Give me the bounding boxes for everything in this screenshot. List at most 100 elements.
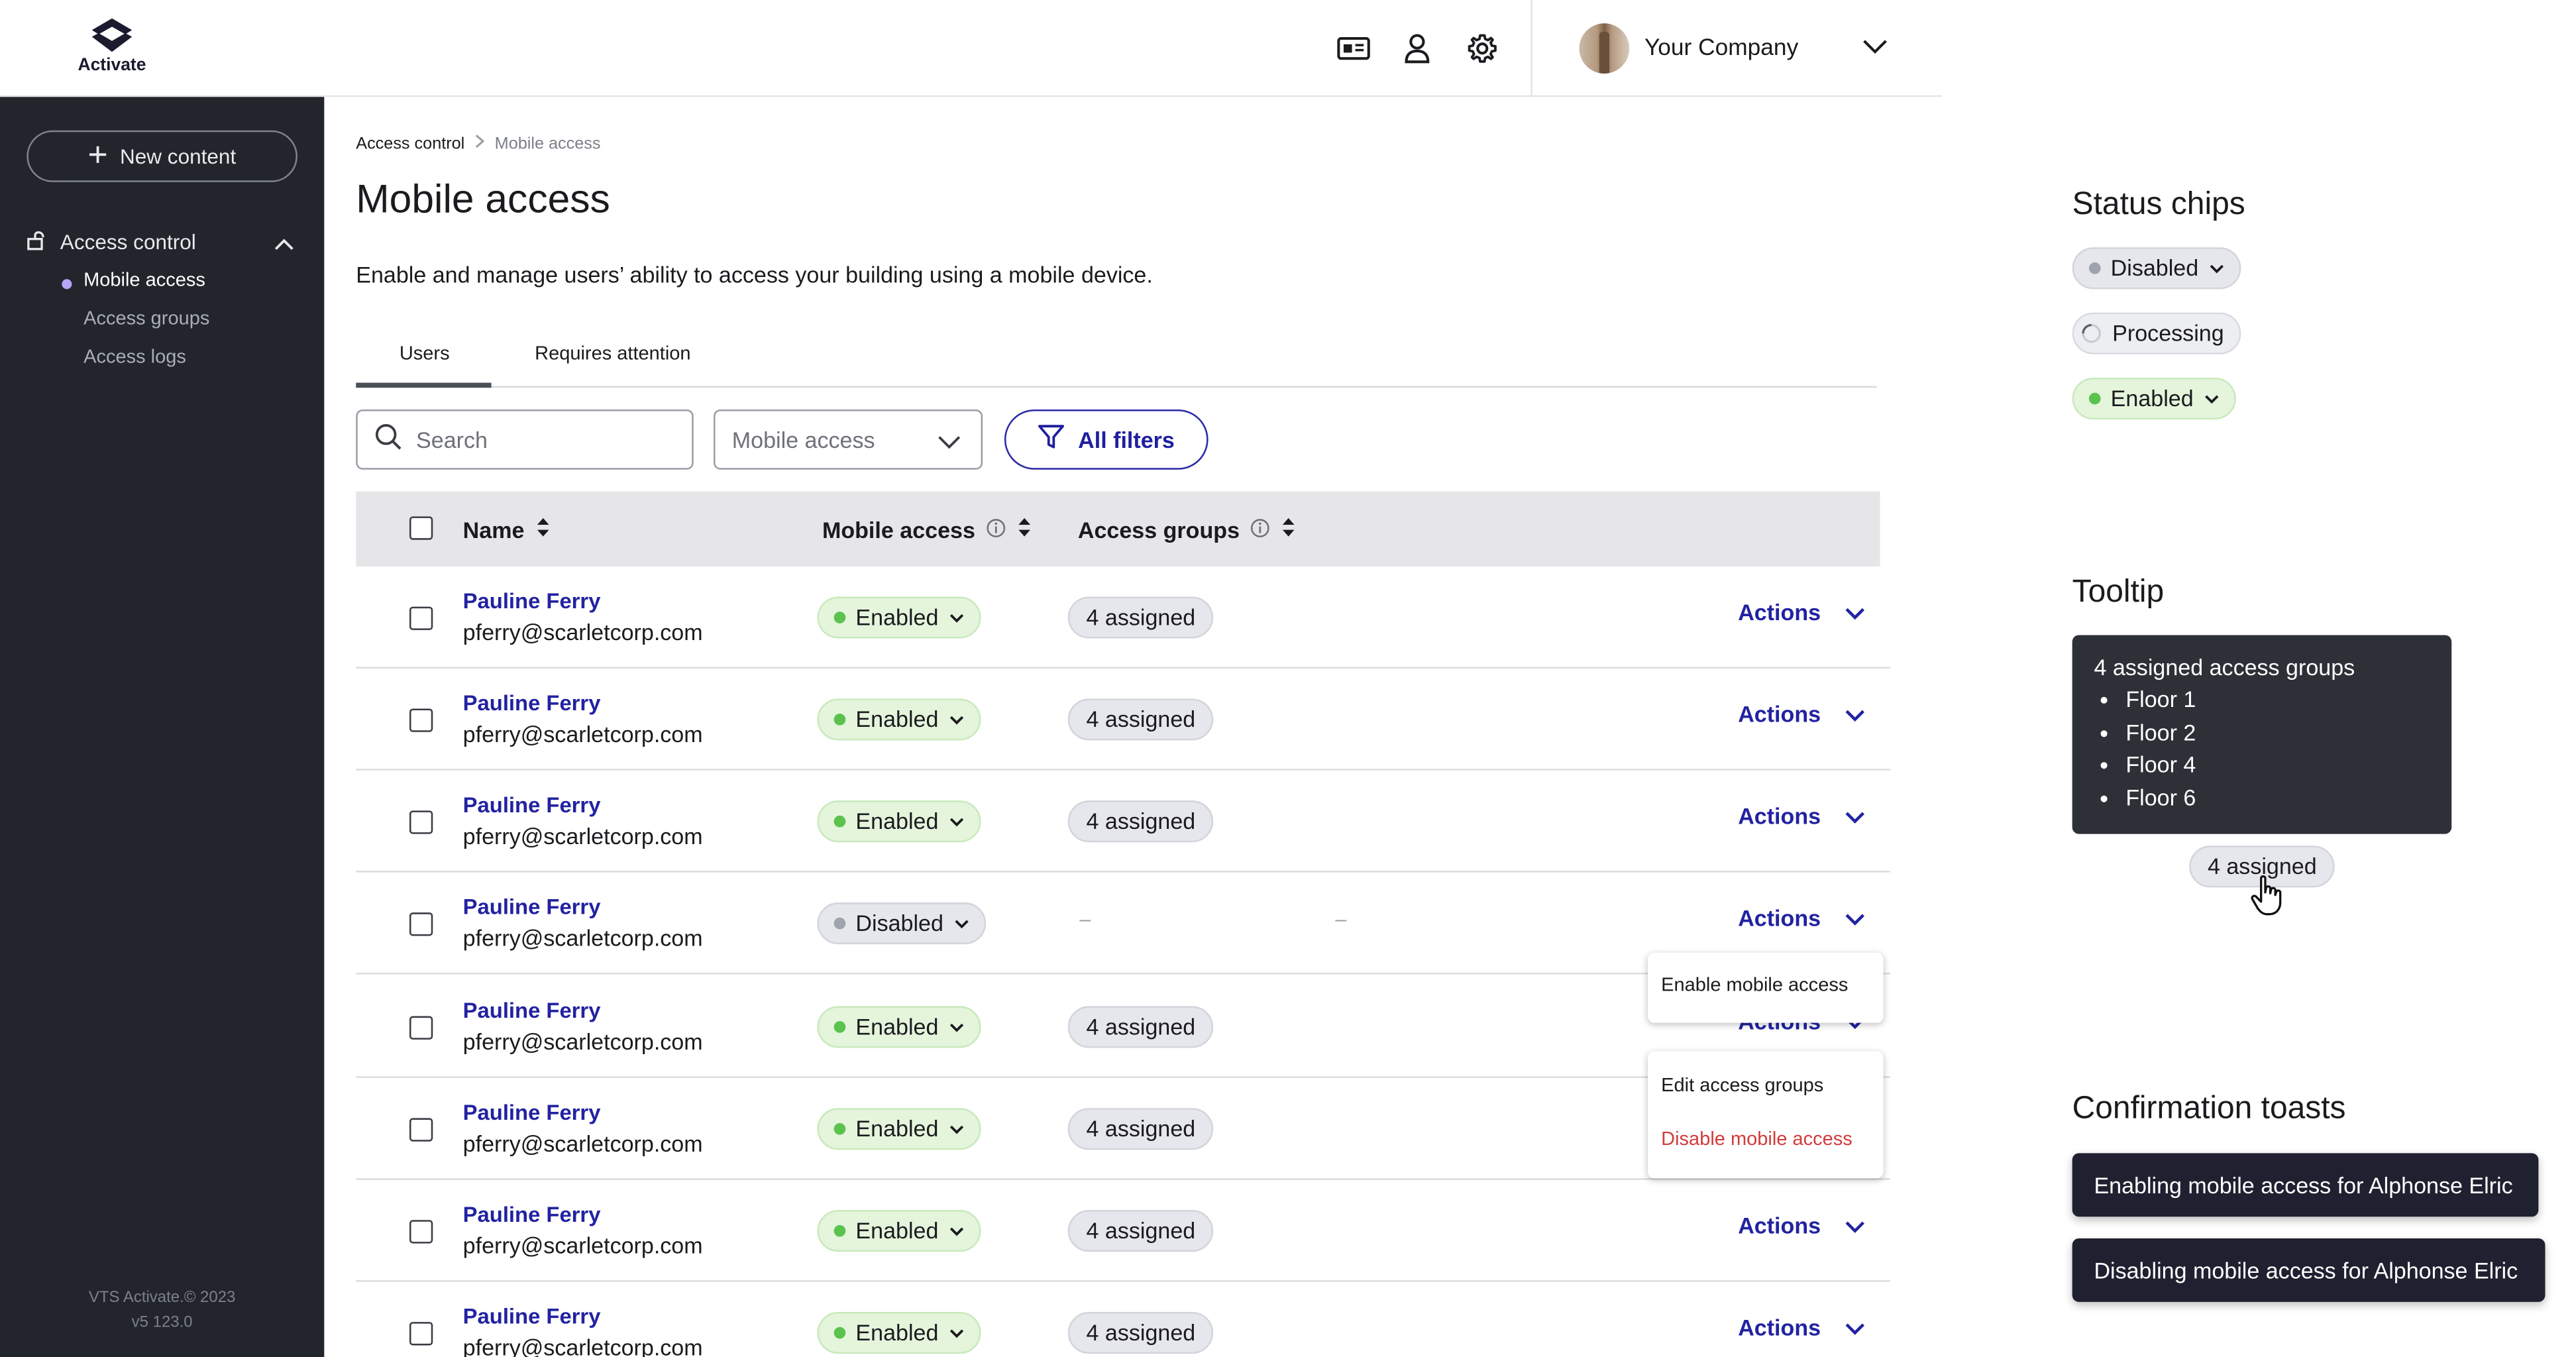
chevron-down-icon [949,1022,963,1032]
breadcrumb-parent[interactable]: Access control [356,135,464,153]
row-checkbox[interactable] [409,606,433,630]
status-chip-enabled[interactable]: Enabled [817,1108,981,1150]
access-groups-tooltip: 4 assigned access groups Floor 1 Floor 2… [2072,635,2452,834]
sidebar-section-access-control[interactable]: Access control [27,227,297,257]
user-icon[interactable] [1399,32,1435,65]
assigned-groups-chip[interactable]: 4 assigned [1067,800,1214,843]
assigned-groups-chip[interactable]: 4 assigned [1067,1312,1214,1354]
gear-icon[interactable] [1464,32,1501,65]
all-filters-button[interactable]: All filters [1004,409,1208,470]
row-checkbox[interactable] [409,1220,433,1244]
menu-item-disable-mobile-access[interactable]: Disable mobile access [1661,1130,1852,1150]
column-header-name[interactable]: Name [463,516,551,543]
search-input[interactable]: Search [356,409,694,470]
user-name-link[interactable]: Pauline Ferry [463,588,601,614]
sidebar-item-access-groups[interactable]: Access groups [83,309,209,329]
actions-menu-button[interactable]: Actions [1738,906,1864,931]
user-name-link[interactable]: Pauline Ferry [463,1303,601,1329]
row-checkbox[interactable] [409,810,433,834]
status-chip-disabled[interactable]: Disabled [2072,247,2241,290]
sort-icon[interactable] [535,516,551,543]
user-email: pferry@scarletcorp.com [462,1029,703,1055]
actions-menu-button[interactable]: Actions [1738,1213,1864,1238]
row-checkbox[interactable] [409,912,433,936]
user-name-link[interactable]: Pauline Ferry [463,690,601,716]
row-checkbox[interactable] [409,708,433,732]
all-filters-label: All filters [1078,427,1175,453]
user-name-link[interactable]: Pauline Ferry [463,998,601,1023]
new-content-button[interactable]: New content [27,130,297,182]
sort-icon[interactable] [1015,516,1032,543]
status-dot [833,1122,846,1135]
status-chip-enabled[interactable]: Enabled [817,1006,981,1048]
menu-item-edit-access-groups[interactable]: Edit access groups [1661,1076,1823,1096]
tab-requires-attention[interactable]: Requires attention [535,345,690,364]
company-name[interactable]: Your Company [1644,33,1798,60]
chevron-down-icon [1845,709,1864,721]
table-row: Pauline Ferry pferry@scarletcorp.com Ena… [356,1180,1890,1282]
tab-users[interactable]: Users [400,345,450,364]
tooltip-heading: Tooltip [2072,574,2165,610]
table-row: Pauline Ferry pferry@scarletcorp.com Ena… [356,771,1890,873]
table-row: Pauline Ferry pferry@scarletcorp.com Ena… [356,567,1890,669]
status-label: Enabled [855,1014,939,1040]
status-dot [833,1224,846,1237]
status-chip-enabled[interactable]: Enabled [817,800,981,843]
tooltip-list: Floor 1 Floor 2 Floor 4 Floor 6 [2125,684,2430,814]
actions-menu-button[interactable]: Actions [1738,1315,1864,1340]
actions-menu-button[interactable]: Actions [1738,600,1864,625]
status-chip-enabled[interactable]: Enabled [817,596,981,639]
assigned-groups-chip[interactable]: 4 assigned [1067,1108,1214,1150]
assigned-groups-chip[interactable]: 4 assigned [1067,698,1214,741]
header-divider [1530,0,1532,97]
status-chip-enabled[interactable]: Enabled [817,698,981,741]
activate-logo[interactable]: Activate [74,17,150,76]
id-card-icon[interactable] [1335,32,1371,65]
info-icon[interactable] [1250,517,1269,543]
chevron-down-icon [1845,1323,1864,1334]
select-all-checkbox[interactable] [409,516,433,540]
assigned-groups-chip[interactable]: 4 assigned [1067,596,1214,639]
info-icon[interactable] [985,517,1005,543]
chevron-right-icon [474,134,485,154]
user-email: pferry@scarletcorp.com [462,1335,703,1357]
row-checkbox[interactable] [409,1016,433,1040]
search-icon [374,423,403,456]
chevron-down-icon [954,919,968,928]
status-chip-enabled[interactable]: Enabled [817,1312,981,1354]
row-checkbox[interactable] [409,1118,433,1142]
column-header-mobile-access[interactable]: Mobile access [822,516,1032,543]
sidebar-item-access-logs[interactable]: Access logs [83,348,186,368]
status-chip-disabled[interactable]: Disabled [817,902,985,945]
status-chip-enabled[interactable]: Enabled [817,1210,981,1252]
actions-menu-button[interactable]: Actions [1738,804,1864,829]
chevron-down-icon [949,613,963,622]
actions-menu-button[interactable]: Actions [1738,702,1864,727]
status-dot [833,1327,846,1339]
chevron-down-icon [949,715,963,724]
status-dot [833,1021,846,1033]
status-label: Enabled [2110,386,2194,411]
user-email: pferry@scarletcorp.com [462,1233,703,1259]
row-checkbox[interactable] [409,1322,433,1346]
user-name-link[interactable]: Pauline Ferry [463,1202,601,1227]
status-label: Enabled [855,706,939,732]
table-header: Name Mobile access Access groups [356,491,1880,567]
assigned-groups-chip[interactable]: 4 assigned [1067,1006,1214,1048]
user-name-link[interactable]: Pauline Ferry [463,792,601,818]
user-name-link[interactable]: Pauline Ferry [463,1100,601,1125]
column-header-access-groups[interactable]: Access groups [1078,516,1297,543]
user-name-link[interactable]: Pauline Ferry [463,894,601,919]
user-email: pferry@scarletcorp.com [462,1131,703,1157]
assigned-groups-chip[interactable]: 4 assigned [1067,1210,1214,1252]
sort-icon[interactable] [1280,516,1297,543]
sidebar-item-mobile-access[interactable]: Mobile access [83,271,205,291]
chevron-down-icon [949,1124,963,1134]
avatar[interactable] [1579,23,1630,74]
mobile-access-filter-select[interactable]: Mobile access [714,409,983,470]
chevron-up-icon[interactable] [274,233,294,256]
chevron-down-icon [938,429,961,455]
status-chip-enabled[interactable]: Enabled [2072,378,2235,420]
chevron-down-icon[interactable] [1862,33,1888,63]
menu-item-enable-mobile-access[interactable]: Enable mobile access [1661,976,1848,996]
